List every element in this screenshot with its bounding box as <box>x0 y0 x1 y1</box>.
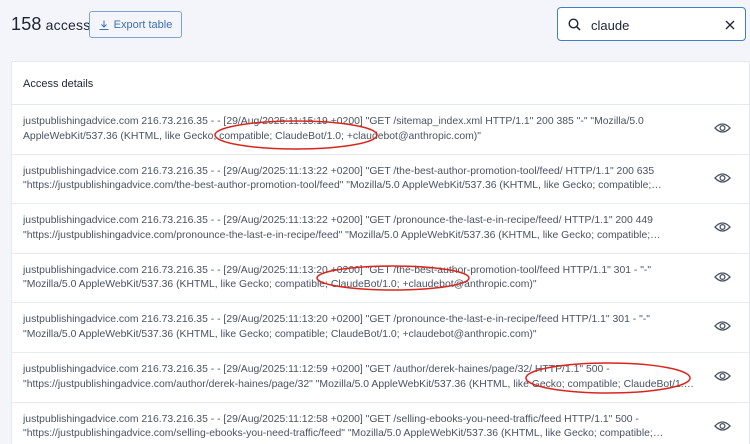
eye-icon[interactable] <box>714 221 731 239</box>
search-icon <box>568 18 581 36</box>
list-item: justpublishingadvice.com 216.73.216.35 -… <box>12 254 749 304</box>
log-entry-text: justpublishingadvice.com 216.73.216.35 -… <box>23 264 652 291</box>
eye-icon[interactable] <box>714 320 731 338</box>
list-item: justpublishingadvice.com 216.73.216.35 -… <box>12 105 749 155</box>
export-table-label: Export table <box>113 18 173 31</box>
panel-title: Access details <box>12 62 749 105</box>
search-box[interactable] <box>557 7 746 41</box>
eye-icon[interactable] <box>714 370 731 388</box>
search-input[interactable] <box>591 15 711 35</box>
log-entry-text: justpublishingadvice.com 216.73.216.35 -… <box>23 363 693 390</box>
list-item: justpublishingadvice.com 216.73.216.35 -… <box>12 353 749 403</box>
log-entry-text: justpublishingadvice.com 216.73.216.35 -… <box>23 215 653 241</box>
access-count-label: access <box>45 17 91 33</box>
eye-icon[interactable] <box>714 420 731 438</box>
export-table-button[interactable]: Export table <box>89 11 182 38</box>
download-icon <box>99 20 109 30</box>
eye-icon[interactable] <box>714 271 731 289</box>
eye-icon[interactable] <box>714 122 731 140</box>
list-item: justpublishingadvice.com 216.73.216.35 -… <box>12 155 749 205</box>
top-bar: 158 access Export table <box>0 0 750 50</box>
log-entry-text: justpublishingadvice.com 216.73.216.35 -… <box>23 116 644 142</box>
log-entry-text: justpublishingadvice.com 216.73.216.35 -… <box>23 314 650 340</box>
access-count-value: 158 <box>11 14 42 34</box>
access-count: 158 access <box>11 14 90 35</box>
list-item: justpublishingadvice.com 216.73.216.35 -… <box>12 204 749 254</box>
list-item: justpublishingadvice.com 216.73.216.35 -… <box>12 403 749 444</box>
close-icon[interactable] <box>724 18 736 36</box>
log-entry-text: justpublishingadvice.com 216.73.216.35 -… <box>23 413 653 440</box>
list-item: justpublishingadvice.com 216.73.216.35 -… <box>12 303 749 353</box>
access-list: justpublishingadvice.com 216.73.216.35 -… <box>12 105 749 444</box>
eye-icon[interactable] <box>714 172 731 190</box>
log-entry-text: justpublishingadvice.com 216.73.216.35 -… <box>23 165 655 192</box>
access-details-panel: Access details justpublishingadvice.com … <box>11 61 750 444</box>
